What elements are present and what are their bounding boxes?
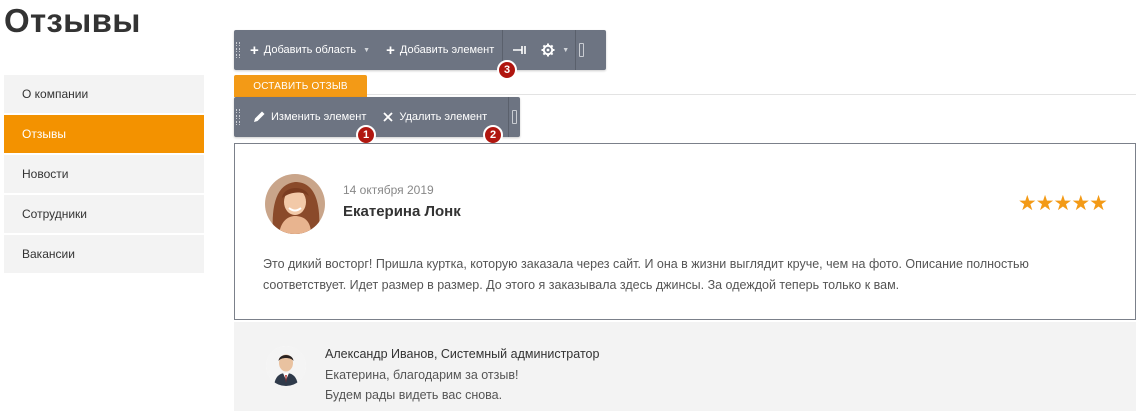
area-toolbar: + Добавить область ▼ + Добавить элемент … <box>234 30 606 70</box>
page-title: Отзывы <box>4 2 141 39</box>
pencil-icon <box>254 111 265 122</box>
add-element-label: Добавить элемент <box>399 44 495 56</box>
sidebar-item-about[interactable]: О компании <box>4 75 204 113</box>
rating-stars: ★★★★★ <box>1017 192 1108 215</box>
chevron-down-icon: ▼ <box>363 46 371 54</box>
delete-element-button[interactable]: Удалить элемент <box>374 97 495 137</box>
edit-element-label: Изменить элемент <box>271 111 367 123</box>
sidebar-item-news[interactable]: Новости <box>4 155 204 193</box>
reply-block: Александр Иванов, Системный администрато… <box>234 322 1136 411</box>
close-icon <box>383 112 394 122</box>
plus-icon: + <box>250 41 259 59</box>
delete-element-label: Удалить элемент <box>399 111 488 123</box>
drag-handle[interactable] <box>234 97 242 137</box>
hint-badge-1: 1 <box>356 125 376 145</box>
sidebar-item-label: О компании <box>22 87 89 101</box>
chevron-down-icon: ▼ <box>562 46 570 54</box>
review-author: Екатерина Лонк <box>343 203 461 220</box>
add-area-button[interactable]: + Добавить область ▼ <box>242 30 378 70</box>
add-area-label: Добавить область <box>263 44 357 56</box>
settings-button[interactable]: ▼ <box>535 30 575 70</box>
add-element-button[interactable]: + Добавить элемент <box>378 30 502 70</box>
reply-text-line: Будем рады видеть вас снова. <box>325 388 503 402</box>
element-toolbar: Изменить элемент Удалить элемент <box>234 97 520 137</box>
toolbar-handle[interactable] <box>575 30 587 70</box>
tab-underline <box>367 94 1136 95</box>
drag-handle[interactable] <box>234 30 242 70</box>
sidebar-item-label: Отзывы <box>22 127 66 141</box>
reply-text-line: Екатерина, благодарим за отзыв! <box>325 368 519 382</box>
sidebar-item-label: Новости <box>22 167 69 181</box>
sidebar-item-label: Сотрудники <box>22 207 87 221</box>
sidebar-item-staff[interactable]: Сотрудники <box>4 195 204 233</box>
hint-badge-3: 3 <box>497 60 517 80</box>
review-text: Это дикий восторг! Пришла куртка, котору… <box>263 257 1029 292</box>
review-date: 14 октября 2019 <box>343 183 434 197</box>
edit-element-button[interactable]: Изменить элемент <box>242 97 374 137</box>
avatar <box>265 174 325 234</box>
reply-author: Александр Иванов, Системный администрато… <box>325 347 600 361</box>
tab-leave-review[interactable]: Оставить отзыв <box>234 75 367 97</box>
sidebar-item-label: Вакансии <box>22 247 75 261</box>
sidebar-item-vacancies[interactable]: Вакансии <box>4 235 204 273</box>
gear-icon <box>541 43 555 57</box>
review-card: 14 октября 2019 Екатерина Лонк ★★★★★ Это… <box>234 143 1136 320</box>
avatar <box>266 346 306 386</box>
hint-badge-2: 2 <box>483 125 503 145</box>
plus-icon: + <box>386 41 395 59</box>
pin-icon <box>513 46 527 54</box>
sidebar-menu: О компании Отзывы Новости Сотрудники Вак… <box>4 75 204 275</box>
toolbar-handle[interactable] <box>508 97 520 137</box>
sidebar-item-reviews[interactable]: Отзывы <box>4 115 204 153</box>
